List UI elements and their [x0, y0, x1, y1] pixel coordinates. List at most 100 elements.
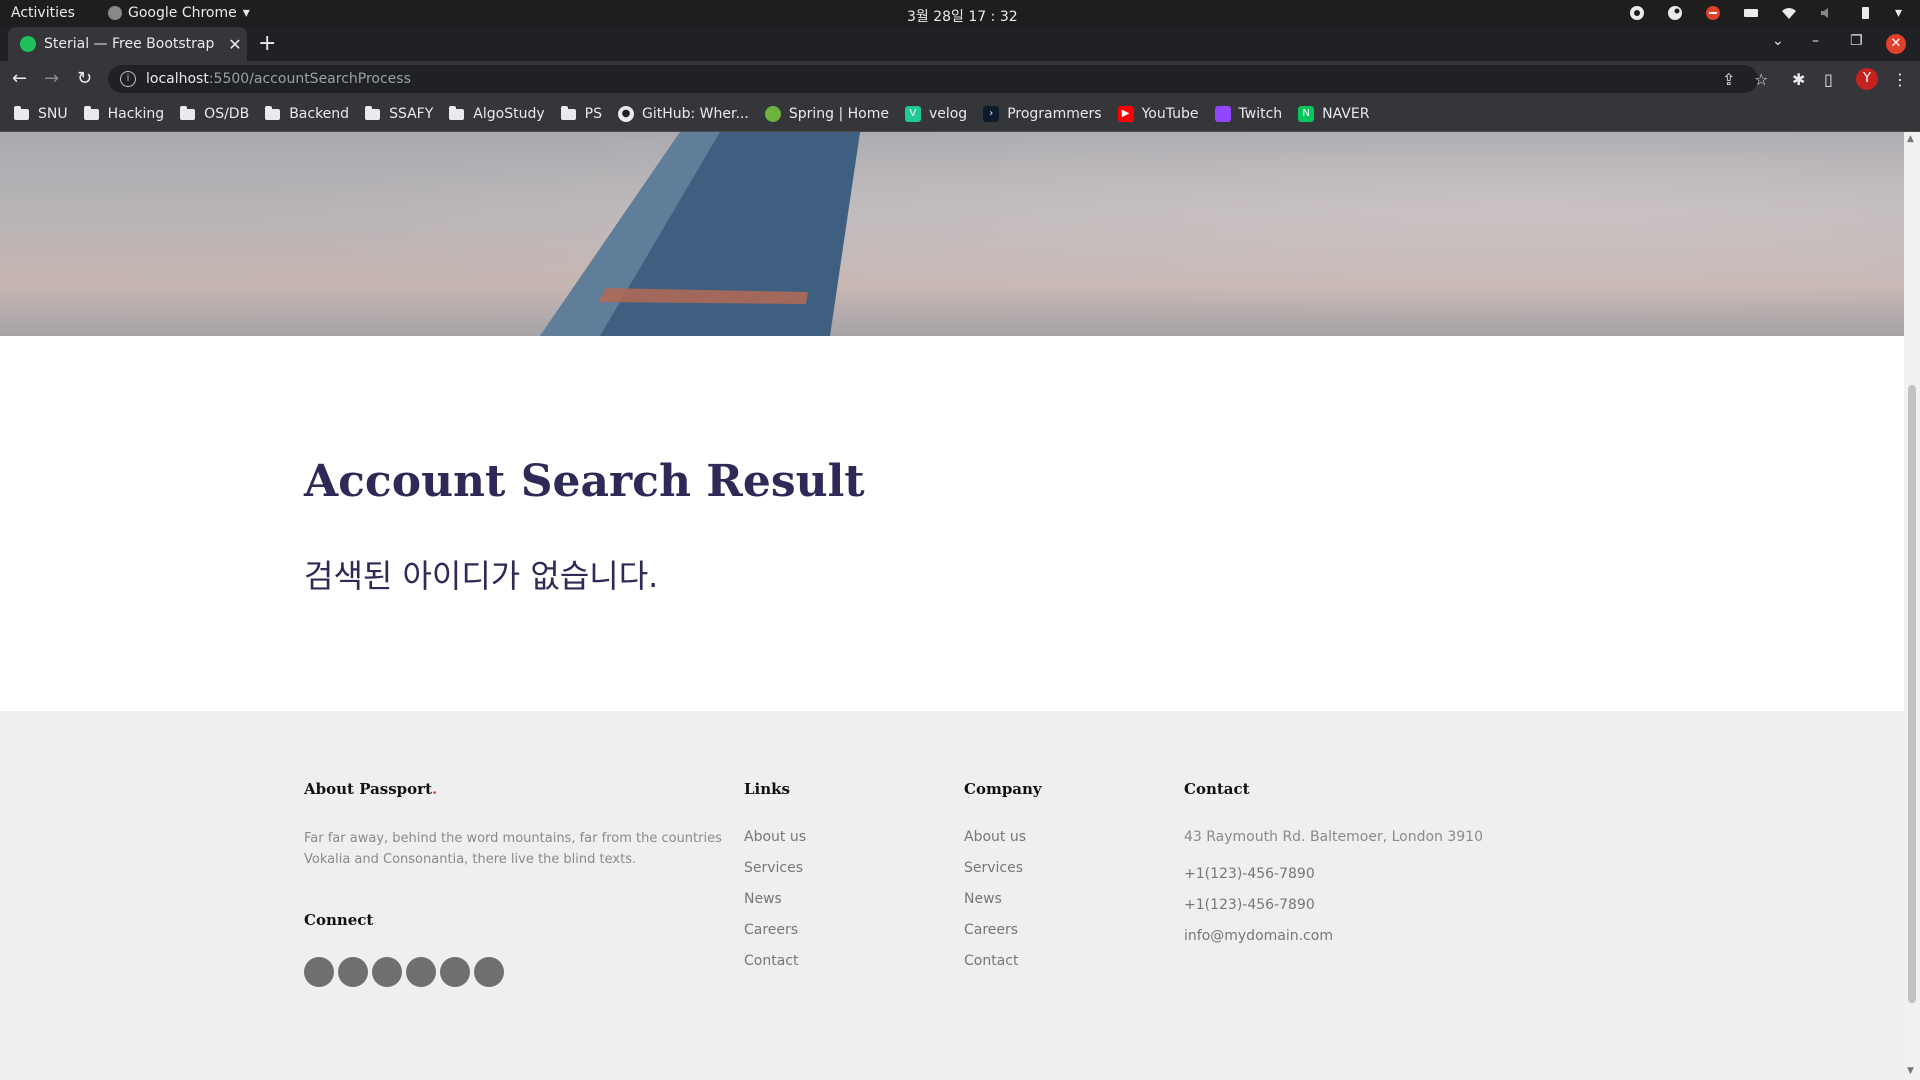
- footer-contact-address: 43 Raymouth Rd. Baltemoer, London 3910: [1184, 829, 1483, 845]
- folder-icon: [265, 105, 281, 120]
- bookmark-label: Programmers: [1007, 106, 1102, 122]
- forward-arrow-icon[interactable]: →: [44, 68, 59, 89]
- footer-company-services[interactable]: Services: [964, 860, 1023, 876]
- social-icon-4[interactable]: [406, 957, 436, 987]
- bookmark-velog[interactable]: Vvelog: [904, 106, 967, 122]
- bookmark-twitch[interactable]: Twitch: [1214, 106, 1283, 122]
- reload-icon[interactable]: ↻: [77, 68, 92, 89]
- bookmark-folder-hacking[interactable]: Hacking: [83, 105, 165, 122]
- social-icon-1[interactable]: [304, 957, 334, 987]
- bookmark-label: YouTube: [1141, 106, 1199, 122]
- window-close-icon[interactable]: ✕: [1886, 34, 1906, 54]
- bookmark-star-icon[interactable]: ☆: [1754, 70, 1768, 89]
- footer-link-careers[interactable]: Careers: [744, 922, 798, 938]
- social-icon-3[interactable]: [372, 957, 402, 987]
- footer-company-about[interactable]: About us: [964, 829, 1026, 845]
- volume-muted-icon[interactable]: [1819, 5, 1835, 21]
- footer-link-about[interactable]: About us: [744, 829, 806, 845]
- keyboard-icon[interactable]: [1743, 5, 1759, 21]
- footer-company-news[interactable]: News: [964, 891, 1002, 907]
- bookmark-label: Backend: [289, 106, 350, 122]
- clock[interactable]: 3월 28일 17 : 32: [907, 6, 1018, 26]
- bookmark-programmers[interactable]: › Programmers: [983, 106, 1102, 122]
- footer-about-heading-dot: .: [432, 780, 438, 798]
- bookmark-label: PS: [584, 106, 602, 122]
- footer-link-contact[interactable]: Contact: [744, 953, 798, 969]
- scroll-down-arrow-icon[interactable]: ▼: [1907, 1066, 1914, 1076]
- chrome-icon: [108, 6, 122, 20]
- programmers-icon: ›: [983, 106, 1000, 122]
- bookmark-spring[interactable]: Spring | Home: [764, 106, 889, 122]
- youtube-icon: ▶: [1117, 106, 1134, 122]
- chrome-menu-icon[interactable]: ⋮: [1892, 70, 1908, 89]
- bookmark-folder-backend[interactable]: Backend: [265, 105, 350, 122]
- social-icon-6[interactable]: [474, 957, 504, 987]
- share-icon[interactable]: ⇪: [1722, 70, 1735, 89]
- tab-close-icon[interactable]: ✕: [223, 35, 247, 54]
- site-favicon-icon: [20, 36, 36, 52]
- folder-icon: [449, 105, 465, 120]
- bookmark-folder-ps[interactable]: PS: [560, 105, 602, 122]
- url-host: localhost: [146, 71, 209, 87]
- footer-about-heading: About Passport.: [304, 780, 437, 798]
- footer-company-heading: Company: [964, 780, 1042, 798]
- bookmark-github[interactable]: ● GitHub: Wher...: [617, 106, 749, 122]
- bookmark-naver[interactable]: N NAVER: [1298, 106, 1369, 122]
- footer-contact-phone-1[interactable]: +1(123)-456-7890: [1184, 866, 1315, 882]
- address-bar[interactable]: i localhost:5500/accountSearchProcess: [108, 65, 1758, 93]
- restore-icon[interactable]: ❐: [1850, 33, 1863, 49]
- side-panel-icon[interactable]: ▯: [1824, 70, 1833, 89]
- extensions-puzzle-icon[interactable]: ✱: [1792, 70, 1805, 89]
- tab-strip: Sterial — Free Bootstrap ✕ + ⌄ – ❐ ✕: [0, 27, 1920, 61]
- bookmark-label: GitHub: Wher...: [641, 106, 749, 122]
- back-arrow-icon[interactable]: ←: [12, 68, 27, 89]
- airplane-wing-image: [540, 132, 860, 336]
- bookmark-label: Hacking: [107, 106, 165, 122]
- social-icon-5[interactable]: [440, 957, 470, 987]
- system-menu-chevron-icon[interactable]: ▾: [1895, 5, 1902, 21]
- new-tab-button[interactable]: +: [258, 31, 276, 56]
- scroll-up-arrow-icon[interactable]: ▲: [1907, 134, 1914, 144]
- footer-connect-heading: Connect: [304, 911, 374, 929]
- app-name: Google Chrome: [128, 5, 237, 21]
- tab-search-icon[interactable]: ⌄: [1772, 33, 1784, 49]
- footer-links-heading: Links: [744, 780, 790, 798]
- folder-icon: [180, 105, 196, 120]
- page-title: Account Search Result: [304, 456, 865, 507]
- bookmarks-bar: SNU Hacking OS/DB Backend SSAFY AlgoStud…: [0, 97, 1920, 132]
- tab-active[interactable]: Sterial — Free Bootstrap ✕: [8, 27, 247, 61]
- footer-link-news[interactable]: News: [744, 891, 782, 907]
- github-icon: ●: [617, 106, 634, 122]
- do-not-disturb-icon[interactable]: [1705, 5, 1721, 21]
- hero-image: [0, 132, 1904, 336]
- footer-link-services[interactable]: Services: [744, 860, 803, 876]
- battery-icon[interactable]: [1857, 5, 1873, 21]
- steam-icon[interactable]: [1667, 5, 1683, 21]
- bookmark-label: SNU: [38, 106, 68, 122]
- url-path: :5500/accountSearchProcess: [208, 71, 411, 87]
- bookmark-label: OS/DB: [204, 106, 250, 122]
- minimize-icon[interactable]: –: [1812, 33, 1819, 49]
- bookmark-label: NAVER: [1322, 106, 1370, 122]
- app-menu[interactable]: Google Chrome ▾: [108, 5, 250, 21]
- color-picker-icon[interactable]: [1629, 5, 1645, 21]
- footer-contact-email[interactable]: info@mydomain.com: [1184, 928, 1333, 944]
- bookmark-folder-ssafy[interactable]: SSAFY: [365, 105, 433, 122]
- footer-company-contact[interactable]: Contact: [964, 953, 1018, 969]
- profile-avatar[interactable]: Y: [1856, 68, 1878, 90]
- bookmark-folder-osdb[interactable]: OS/DB: [180, 105, 250, 122]
- spring-icon: [764, 106, 781, 122]
- search-result-message: 검색된 아이디가 없습니다.: [304, 557, 659, 595]
- footer-contact-phone-2[interactable]: +1(123)-456-7890: [1184, 897, 1315, 913]
- footer-company-careers[interactable]: Careers: [964, 922, 1018, 938]
- bookmark-folder-algostudy[interactable]: AlgoStudy: [449, 105, 545, 122]
- bookmark-folder-snu[interactable]: SNU: [14, 105, 68, 122]
- wifi-icon[interactable]: [1781, 5, 1797, 21]
- bookmark-youtube[interactable]: ▶ YouTube: [1117, 106, 1199, 122]
- scrollbar-thumb[interactable]: [1908, 385, 1916, 1003]
- site-info-icon[interactable]: i: [120, 71, 136, 87]
- social-icon-2[interactable]: [338, 957, 368, 987]
- system-tray[interactable]: ▾: [1629, 5, 1902, 21]
- bookmark-label: Twitch: [1238, 106, 1283, 122]
- activities-button[interactable]: Activities: [11, 5, 75, 21]
